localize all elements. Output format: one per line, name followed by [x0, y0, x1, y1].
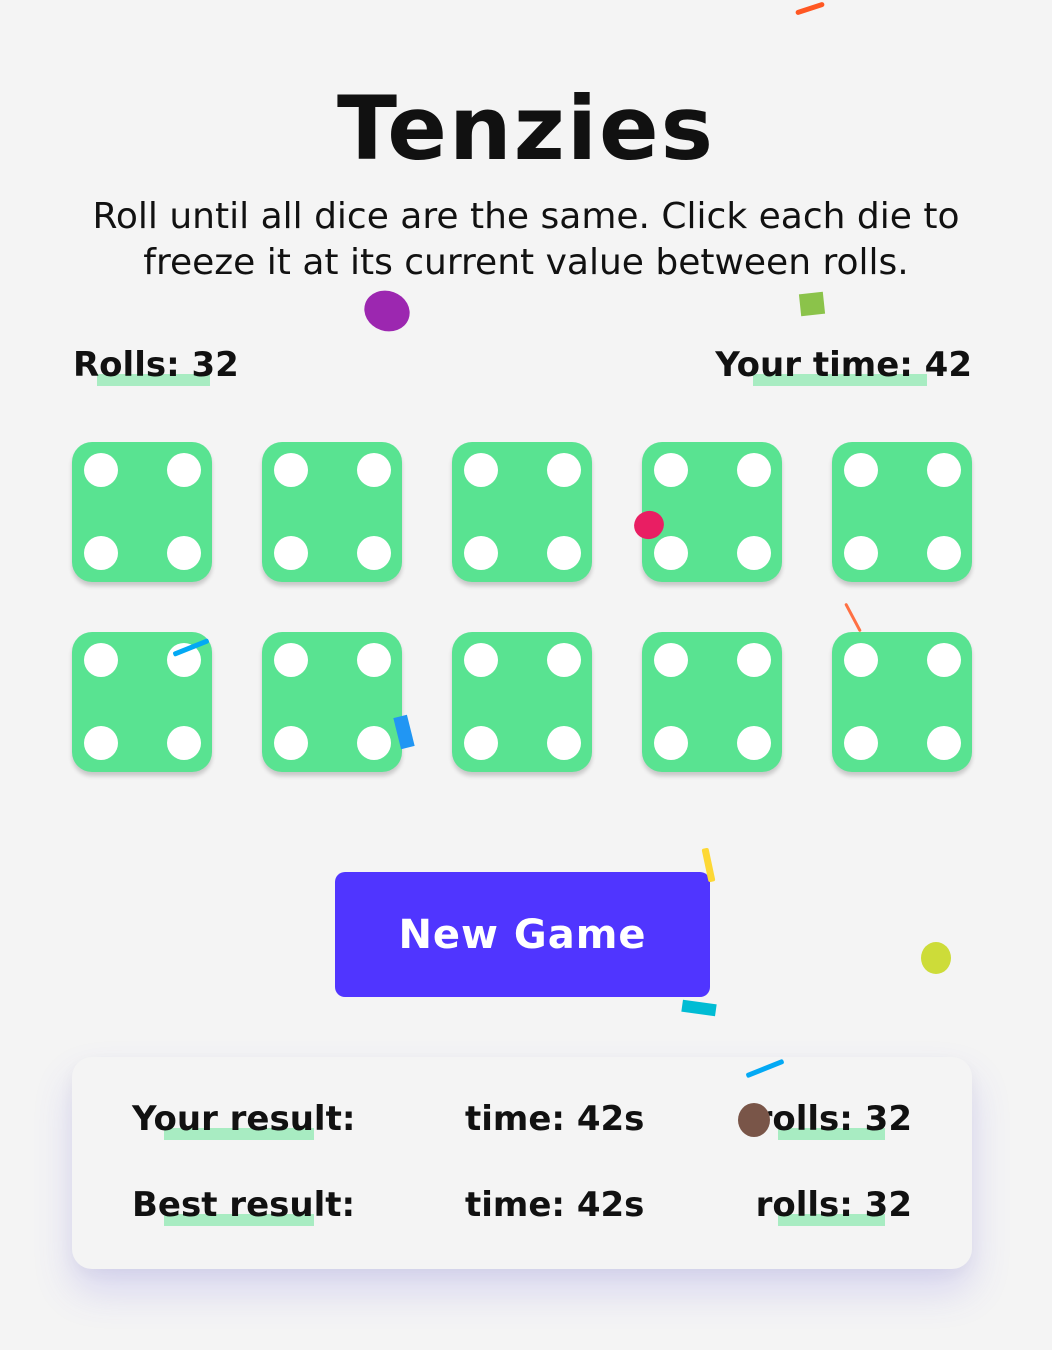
- confetti-piece: [921, 942, 951, 974]
- die-pip: [357, 726, 391, 760]
- confetti-piece: [798, 291, 826, 317]
- die-9[interactable]: [642, 632, 782, 772]
- die-pip: [357, 536, 391, 570]
- die-pip: [654, 453, 688, 487]
- die-pip: [464, 536, 498, 570]
- die-pip: [927, 726, 961, 760]
- your-result-label-text: Your result:: [132, 1099, 356, 1139]
- rolls-counter-text: Rolls: 32: [73, 345, 239, 385]
- instructions-text: Roll until all dice are the same. Click …: [92, 196, 960, 283]
- die-pip: [84, 536, 118, 570]
- die-pip: [654, 726, 688, 760]
- confetti-piece: [358, 284, 416, 338]
- die-pip: [844, 643, 878, 677]
- die-pip: [167, 536, 201, 570]
- die-pip: [547, 536, 581, 570]
- die-2[interactable]: [262, 442, 402, 582]
- die-pip: [357, 643, 391, 677]
- time-counter-text: Your time: 42: [715, 345, 972, 385]
- die-3[interactable]: [452, 442, 592, 582]
- die-pip: [167, 726, 201, 760]
- die-10[interactable]: [832, 632, 972, 772]
- your-result-rolls-text: rolls: 32: [755, 1099, 912, 1139]
- die-5[interactable]: [832, 442, 972, 582]
- die-pip: [464, 453, 498, 487]
- best-result-label-text: Best result:: [132, 1185, 356, 1225]
- new-game-button[interactable]: New Game: [335, 872, 710, 997]
- best-result-row: Best result: time: 42s rolls: 32: [72, 1183, 972, 1227]
- die-pip: [274, 726, 308, 760]
- die-pip: [927, 453, 961, 487]
- time-counter: Your time: 42: [715, 343, 972, 387]
- die-pip: [84, 726, 118, 760]
- dice-grid: [72, 442, 972, 772]
- die-pip: [927, 536, 961, 570]
- die-pip: [737, 453, 771, 487]
- rolls-counter: Rolls: 32: [73, 343, 239, 387]
- your-result-label: Your result:: [132, 1097, 355, 1141]
- die-pip: [547, 643, 581, 677]
- die-pip: [844, 536, 878, 570]
- app-title: Tenzies: [336, 76, 716, 180]
- die-pip: [464, 726, 498, 760]
- die-7[interactable]: [262, 632, 402, 772]
- die-pip: [167, 453, 201, 487]
- die-pip: [844, 726, 878, 760]
- confetti-piece: [681, 999, 717, 1017]
- best-result-rolls: rolls: 32: [756, 1183, 912, 1227]
- die-8[interactable]: [452, 632, 592, 772]
- die-4[interactable]: [642, 442, 782, 582]
- results-panel: Your result: time: 42s rolls: 32 Best re…: [72, 1057, 972, 1269]
- die-pip: [927, 643, 961, 677]
- confetti-piece: [794, 1, 826, 16]
- die-pip: [274, 643, 308, 677]
- die-pip: [737, 643, 771, 677]
- die-1[interactable]: [72, 442, 212, 582]
- die-pip: [274, 453, 308, 487]
- die-pip: [654, 536, 688, 570]
- die-pip: [84, 453, 118, 487]
- die-pip: [737, 536, 771, 570]
- your-result-time: time: 42s: [465, 1099, 645, 1139]
- best-result-time: time: 42s: [465, 1185, 645, 1225]
- your-result-rolls: rolls: 32: [756, 1097, 912, 1141]
- die-pip: [547, 726, 581, 760]
- die-6[interactable]: [72, 632, 212, 772]
- best-result-label: Best result:: [132, 1183, 355, 1227]
- die-pip: [844, 453, 878, 487]
- die-pip: [274, 536, 308, 570]
- die-pip: [737, 726, 771, 760]
- die-pip: [357, 453, 391, 487]
- best-result-rolls-text: rolls: 32: [755, 1185, 912, 1225]
- die-pip: [464, 643, 498, 677]
- die-pip: [654, 643, 688, 677]
- confetti-piece: [738, 1103, 770, 1137]
- your-result-row: Your result: time: 42s rolls: 32: [72, 1097, 972, 1141]
- die-pip: [84, 643, 118, 677]
- die-pip: [547, 453, 581, 487]
